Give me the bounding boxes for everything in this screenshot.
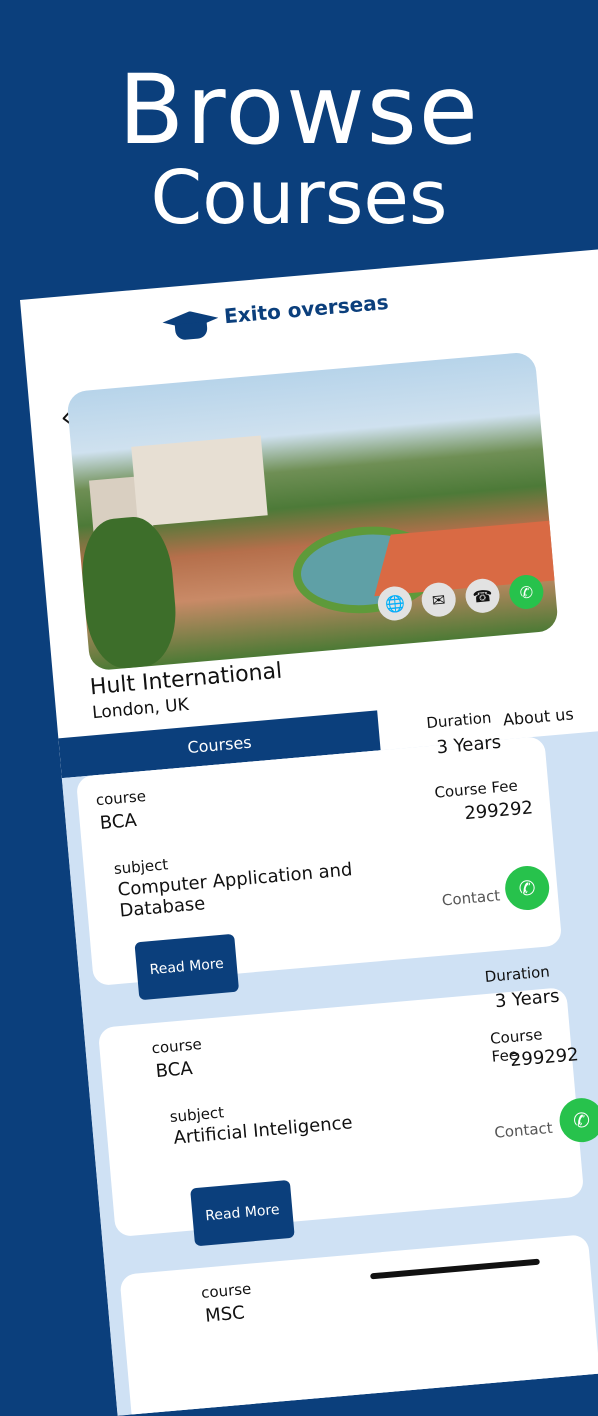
fee-value: 299292	[509, 1044, 580, 1072]
university-photo	[66, 351, 559, 672]
fee-value: 299292	[463, 797, 534, 825]
globe-icon[interactable]: 🌐	[376, 585, 414, 622]
course-list: course BCA subject Computer Application …	[61, 709, 598, 1416]
phone-icon[interactable]: ☎	[464, 577, 501, 615]
read-more-button[interactable]: Read More	[190, 1179, 295, 1247]
duration-value: 3 Years	[494, 985, 561, 1013]
course-value: MSC	[204, 1302, 246, 1327]
app-logo: Exito overseas	[161, 288, 390, 348]
graduation-cap-icon	[161, 303, 220, 348]
logo-text: Exito overseas	[223, 289, 390, 329]
contact-label: Contact	[493, 1118, 554, 1142]
duration-label: Duration	[483, 962, 551, 987]
course-value: BCA	[99, 809, 138, 834]
hero-title: Browse Courses	[0, 60, 598, 240]
subject-label: subject	[113, 855, 169, 878]
read-more-button[interactable]: Read More	[134, 933, 240, 1001]
course-label: course	[200, 1279, 252, 1302]
course-label: course	[150, 1035, 203, 1058]
course-value: BCA	[154, 1057, 194, 1083]
hero-title-line1: Browse	[118, 54, 480, 166]
fee-label: Course Fee	[433, 776, 519, 802]
subject-label: subject	[168, 1103, 225, 1127]
university-location: London, UK	[91, 694, 190, 724]
course-card: course BCA subject Artificial Inteligenc…	[97, 962, 598, 1247]
course-label: course	[95, 786, 147, 810]
whatsapp-icon[interactable]: ✆	[507, 573, 545, 611]
hero-title-line2: Courses	[150, 155, 448, 241]
whatsapp-icon[interactable]: ✆	[557, 1096, 598, 1145]
mail-icon[interactable]: ✉	[420, 581, 458, 619]
duration-value: 3 Years	[435, 731, 502, 759]
course-card: course BCA subject Computer Application …	[75, 709, 563, 1001]
app-screen: Exito overseas ‹ 🌐 ✉ ☎ ✆ Hult Internatio…	[20, 244, 598, 1416]
contact-label: Contact	[441, 886, 501, 910]
whatsapp-icon[interactable]: ✆	[503, 864, 552, 912]
